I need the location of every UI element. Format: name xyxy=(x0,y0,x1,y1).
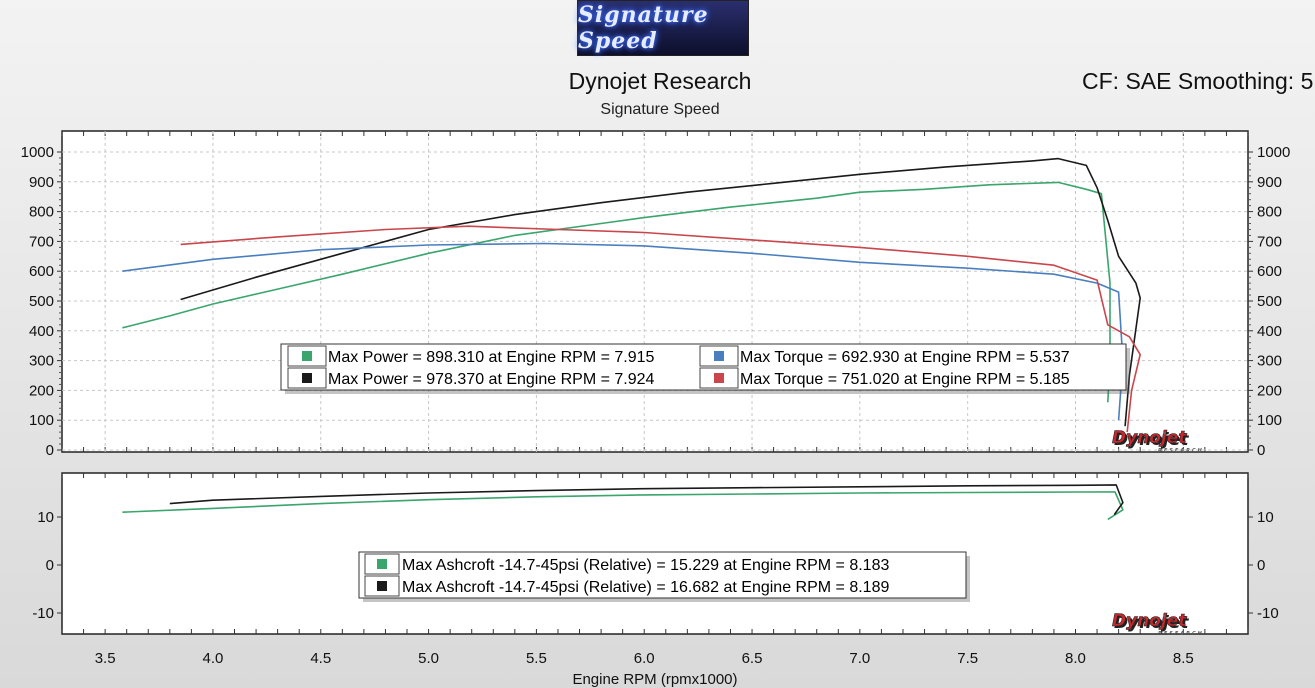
y-tick-label-right: 0 xyxy=(1257,557,1265,574)
y-tick-label: 800 xyxy=(29,204,54,221)
y-tick-label-right: 600 xyxy=(1257,263,1282,280)
legend-label: Max Torque = 692.930 at Engine RPM = 5.5… xyxy=(740,349,1070,366)
x-tick-label: 7.0 xyxy=(849,650,870,667)
legend-swatch-blue xyxy=(714,351,724,361)
legend-label: Max Power = 978.370 at Engine RPM = 7.92… xyxy=(328,371,655,388)
y-tick-label-right: 700 xyxy=(1257,233,1282,250)
power-torque-panel: 0 0 100 100 200 200 300 300 400 400 500 500 600 600 70… xyxy=(21,130,1290,459)
dyno-chart: 0 0100 100200 200300 300400 400500 500600 60070… xyxy=(21,130,1290,688)
x-tick-label: 4.0 xyxy=(203,650,224,667)
legend-swatch-black xyxy=(377,581,387,591)
x-tick-label: 3.5 xyxy=(95,650,116,667)
legend-swatch-black xyxy=(302,373,312,383)
legend-label: Max Power = 898.310 at Engine RPM = 7.91… xyxy=(328,349,655,366)
plot-area xyxy=(61,130,1249,453)
y-tick-label-right: 500 xyxy=(1257,293,1282,310)
y-tick-label-right: 200 xyxy=(1257,382,1282,399)
legend-swatch-red xyxy=(714,373,724,383)
brand-subtext: RESEARCH xyxy=(1158,448,1204,454)
y-tick-label-right: 100 xyxy=(1257,412,1282,429)
y-tick-label: 700 xyxy=(29,233,54,250)
y-tick-label: -10 xyxy=(32,605,54,622)
y-tick-label-right: 800 xyxy=(1257,204,1282,221)
x-tick-label: 7.5 xyxy=(957,650,978,667)
y-tick-label: 300 xyxy=(29,353,54,370)
brand-subtext: RESEARCH xyxy=(1158,631,1204,637)
y-tick-label: 0 xyxy=(46,442,54,459)
legend-label: Max Ashcroft -14.7-45psi (Relative) = 16… xyxy=(402,579,889,596)
y-tick-label-right: -10 xyxy=(1257,605,1279,622)
x-tick-label: 8.5 xyxy=(1173,650,1194,667)
legend: Max Ashcroft -14.7-45psi (Relative) = 15… xyxy=(358,551,970,602)
y-tick-label: 900 xyxy=(29,174,54,191)
x-axis-label: Engine RPM (rpmx1000) xyxy=(572,671,737,688)
y-tick-label-right: 900 xyxy=(1257,174,1282,191)
y-tick-label: 500 xyxy=(29,293,54,310)
brand-text: Dynojet xyxy=(1112,428,1187,448)
brand-text: Dynojet xyxy=(1112,611,1187,631)
x-tick-label: 8.0 xyxy=(1065,650,1086,667)
legend-label: Max Ashcroft -14.7-45psi (Relative) = 15… xyxy=(402,557,889,574)
y-tick-label: 400 xyxy=(29,323,54,340)
y-tick-label-right: 0 xyxy=(1257,442,1265,459)
legend-swatch-green xyxy=(377,559,387,569)
y-tick-label: 200 xyxy=(29,382,54,399)
y-tick-label: 1000 xyxy=(21,144,54,161)
y-tick-label-right: 400 xyxy=(1257,323,1282,340)
legend: Max Power = 898.310 at Engine RPM = 7.91… xyxy=(280,343,1130,394)
y-tick-label: 0 xyxy=(46,557,54,574)
y-tick-label-right: 300 xyxy=(1257,353,1282,370)
x-axis: 3.5 4.0 4.5 5.0 5.5 6.0 6.5 7.0 7.5 8.0 8.5 xyxy=(95,650,1194,667)
y-tick-label: 600 xyxy=(29,263,54,280)
y-tick-label: 100 xyxy=(29,412,54,429)
x-tick-label: 5.0 xyxy=(418,650,439,667)
x-tick-label: 4.5 xyxy=(310,650,331,667)
legend-label: Max Torque = 751.020 at Engine RPM = 5.1… xyxy=(740,371,1070,388)
y-tick-label: 10 xyxy=(37,509,54,526)
x-tick-label: 6.5 xyxy=(742,650,763,667)
legend-swatch-green xyxy=(302,351,312,361)
x-tick-label: 5.5 xyxy=(526,650,547,667)
y-tick-label-right: 10 xyxy=(1257,509,1274,526)
boost-panel: -10 -10 0 0 10 10 Max Ashcroft -14.7-45psi (Re… xyxy=(32,472,1279,637)
x-tick-label: 6.0 xyxy=(634,650,655,667)
y-tick-label-right: 1000 xyxy=(1257,144,1290,161)
